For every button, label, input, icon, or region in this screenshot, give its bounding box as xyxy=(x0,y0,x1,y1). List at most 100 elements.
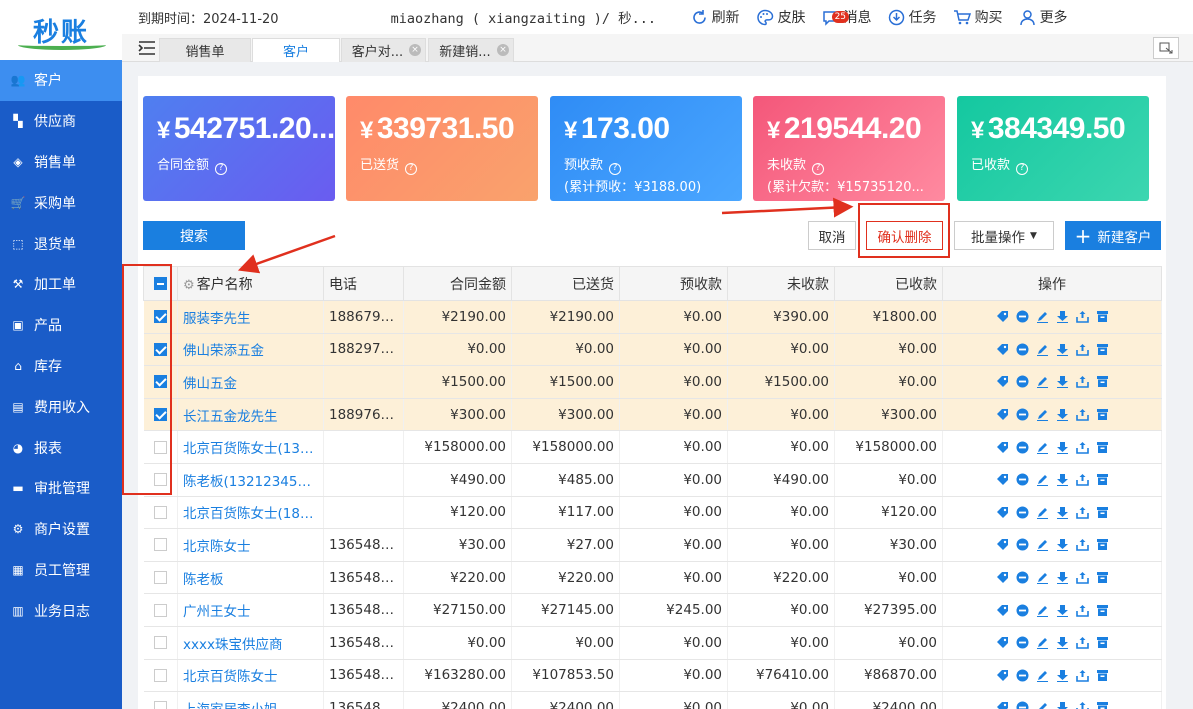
edit-icon[interactable] xyxy=(1035,310,1049,324)
toolbar-user-button[interactable]: 更多 xyxy=(1019,7,1068,27)
upload-tray-icon[interactable] xyxy=(1075,310,1089,324)
table-row[interactable]: 陈老板(1321234567... ¥490.00 ¥485.00 ¥0.00 ¥490… xyxy=(143,463,1162,497)
row-select-cell[interactable] xyxy=(143,659,178,693)
tab-customer-statement[interactable]: 客户对... × xyxy=(341,38,426,62)
customer-name-link[interactable]: 服装李先生 xyxy=(177,300,324,334)
tag-icon[interactable] xyxy=(995,538,1009,552)
customer-name-link[interactable]: 陈老板 xyxy=(177,561,324,595)
tag-icon[interactable] xyxy=(995,342,1009,356)
tag-icon[interactable] xyxy=(995,571,1009,585)
tag-icon[interactable] xyxy=(995,375,1009,389)
sidebar-item-5[interactable]: ⚒ 加工单 xyxy=(0,264,122,305)
sidebar-item-9[interactable]: ◕ 报表 xyxy=(0,427,122,468)
customer-name-link[interactable]: 佛山五金 xyxy=(177,365,324,399)
batch-operation-button[interactable]: 批量操作 ▼ xyxy=(954,221,1054,250)
sidebar-item-0[interactable]: 👥 客户 xyxy=(0,60,122,101)
table-row[interactable]: xxxx珠宝供应商 1365489... ¥0.00 ¥0.00 ¥0.00 ¥0.00 ¥… xyxy=(143,626,1162,660)
customer-name-link[interactable]: 北京百货陈女士(1366... xyxy=(177,430,324,464)
upload-tray-icon[interactable] xyxy=(1075,668,1089,682)
tag-icon[interactable] xyxy=(995,440,1009,454)
sidebar-item-1[interactable]: ▚ 供应商 xyxy=(0,101,122,142)
edit-icon[interactable] xyxy=(1035,701,1049,709)
download-icon[interactable] xyxy=(1055,342,1069,356)
search-button[interactable]: 搜索 xyxy=(143,221,245,250)
archive-icon[interactable] xyxy=(1095,603,1109,617)
tag-icon[interactable] xyxy=(995,603,1009,617)
download-icon[interactable] xyxy=(1055,668,1069,682)
toolbar-refresh-button[interactable]: 刷新 xyxy=(691,7,740,27)
help-icon[interactable]: ? xyxy=(1016,163,1029,175)
edit-icon[interactable] xyxy=(1035,342,1049,356)
table-row[interactable]: 北京百货陈女士(1800... ¥120.00 ¥117.00 ¥0.00 ¥0.00 ¥… xyxy=(143,496,1162,530)
tab-new-sales[interactable]: 新建销... × xyxy=(428,38,514,62)
upload-tray-icon[interactable] xyxy=(1075,375,1089,389)
tag-icon[interactable] xyxy=(995,701,1009,709)
archive-icon[interactable] xyxy=(1095,538,1109,552)
customer-name-link[interactable]: 广州王女士 xyxy=(177,593,324,627)
archive-icon[interactable] xyxy=(1095,701,1109,709)
archive-icon[interactable] xyxy=(1095,571,1109,585)
help-icon[interactable]: ? xyxy=(609,163,622,175)
row-checkbox[interactable] xyxy=(153,636,167,650)
help-icon[interactable]: ? xyxy=(812,163,825,175)
download-icon[interactable] xyxy=(1055,440,1069,454)
tag-icon[interactable] xyxy=(995,310,1009,324)
minus-circle-icon[interactable] xyxy=(1015,342,1029,356)
upload-tray-icon[interactable] xyxy=(1075,571,1089,585)
tag-icon[interactable] xyxy=(995,473,1009,487)
upload-tray-icon[interactable] xyxy=(1075,342,1089,356)
edit-icon[interactable] xyxy=(1035,473,1049,487)
summary-card-1[interactable]: ¥339731.50 已送货? xyxy=(346,96,538,201)
minus-circle-icon[interactable] xyxy=(1015,408,1029,422)
sidebar-item-13[interactable]: ▥ 业务日志 xyxy=(0,590,122,631)
row-checkbox[interactable] xyxy=(153,668,167,682)
download-icon[interactable] xyxy=(1055,408,1069,422)
tag-icon[interactable] xyxy=(995,408,1009,422)
edit-icon[interactable] xyxy=(1035,571,1049,585)
archive-icon[interactable] xyxy=(1095,668,1109,682)
upload-tray-icon[interactable] xyxy=(1075,505,1089,519)
customer-name-link[interactable]: 陈老板(1321234567... xyxy=(177,463,324,497)
upload-tray-icon[interactable] xyxy=(1075,408,1089,422)
row-checkbox[interactable] xyxy=(153,571,167,585)
archive-icon[interactable] xyxy=(1095,440,1109,454)
row-checkbox[interactable] xyxy=(153,701,167,709)
table-row[interactable]: 上海家居李小姐1365489...¥2400.00¥2400.00¥0.00¥0… xyxy=(143,691,1162,709)
table-row[interactable]: 长江五金龙先生 1889767... ¥300.00 ¥300.00 ¥0.00 ¥0.0… xyxy=(143,398,1162,432)
edit-icon[interactable] xyxy=(1035,538,1049,552)
row-select-cell[interactable] xyxy=(143,496,178,530)
table-row[interactable]: 陈老板 1365489... ¥220.00 ¥220.00 ¥0.00 ¥220.00 ¥… xyxy=(143,561,1162,595)
download-icon[interactable] xyxy=(1055,603,1069,617)
edit-icon[interactable] xyxy=(1035,603,1049,617)
gear-icon[interactable]: ⚙ xyxy=(183,278,195,293)
minus-circle-icon[interactable] xyxy=(1015,538,1029,552)
minus-circle-icon[interactable] xyxy=(1015,636,1029,650)
fullscreen-button[interactable] xyxy=(1153,37,1179,59)
archive-icon[interactable] xyxy=(1095,636,1109,650)
summary-card-4[interactable]: ¥384349.50 已收款? xyxy=(957,96,1149,201)
customer-name-link[interactable]: 长江五金龙先生 xyxy=(177,398,324,432)
upload-tray-icon[interactable] xyxy=(1075,440,1089,454)
row-select-cell[interactable] xyxy=(143,691,178,709)
row-checkbox[interactable] xyxy=(153,538,167,552)
download-icon[interactable] xyxy=(1055,473,1069,487)
customer-name-link[interactable]: xxxx珠宝供应商 xyxy=(177,626,324,660)
help-icon[interactable]: ? xyxy=(405,163,418,175)
table-row[interactable]: 佛山五金 ¥1500.00 ¥1500.00 ¥0.00 ¥1500.00 ¥0.00 xyxy=(143,365,1162,399)
sidebar-item-6[interactable]: ▣ 产品 xyxy=(0,305,122,346)
tag-icon[interactable] xyxy=(995,505,1009,519)
archive-icon[interactable] xyxy=(1095,473,1109,487)
download-icon[interactable] xyxy=(1055,375,1069,389)
minus-circle-icon[interactable] xyxy=(1015,603,1029,617)
download-icon[interactable] xyxy=(1055,571,1069,585)
sidebar-item-11[interactable]: ⚙ 商户设置 xyxy=(0,509,122,550)
tab-sales[interactable]: 销售单 xyxy=(159,38,251,62)
table-row[interactable]: 北京百货陈女士(1366... ¥158000.00 ¥158000.00 ¥0.00… xyxy=(143,430,1162,464)
archive-icon[interactable] xyxy=(1095,342,1109,356)
edit-icon[interactable] xyxy=(1035,440,1049,454)
edit-icon[interactable] xyxy=(1035,375,1049,389)
table-row[interactable]: 佛山荣添五金 1882973... ¥0.00 ¥0.00 ¥0.00 ¥0.00 ¥0.0… xyxy=(143,333,1162,367)
help-icon[interactable]: ? xyxy=(215,163,228,175)
table-row[interactable]: 北京百货陈女士 1365489... ¥163280.00 ¥107853.50 ¥0.… xyxy=(143,659,1162,693)
row-checkbox[interactable] xyxy=(153,603,167,617)
